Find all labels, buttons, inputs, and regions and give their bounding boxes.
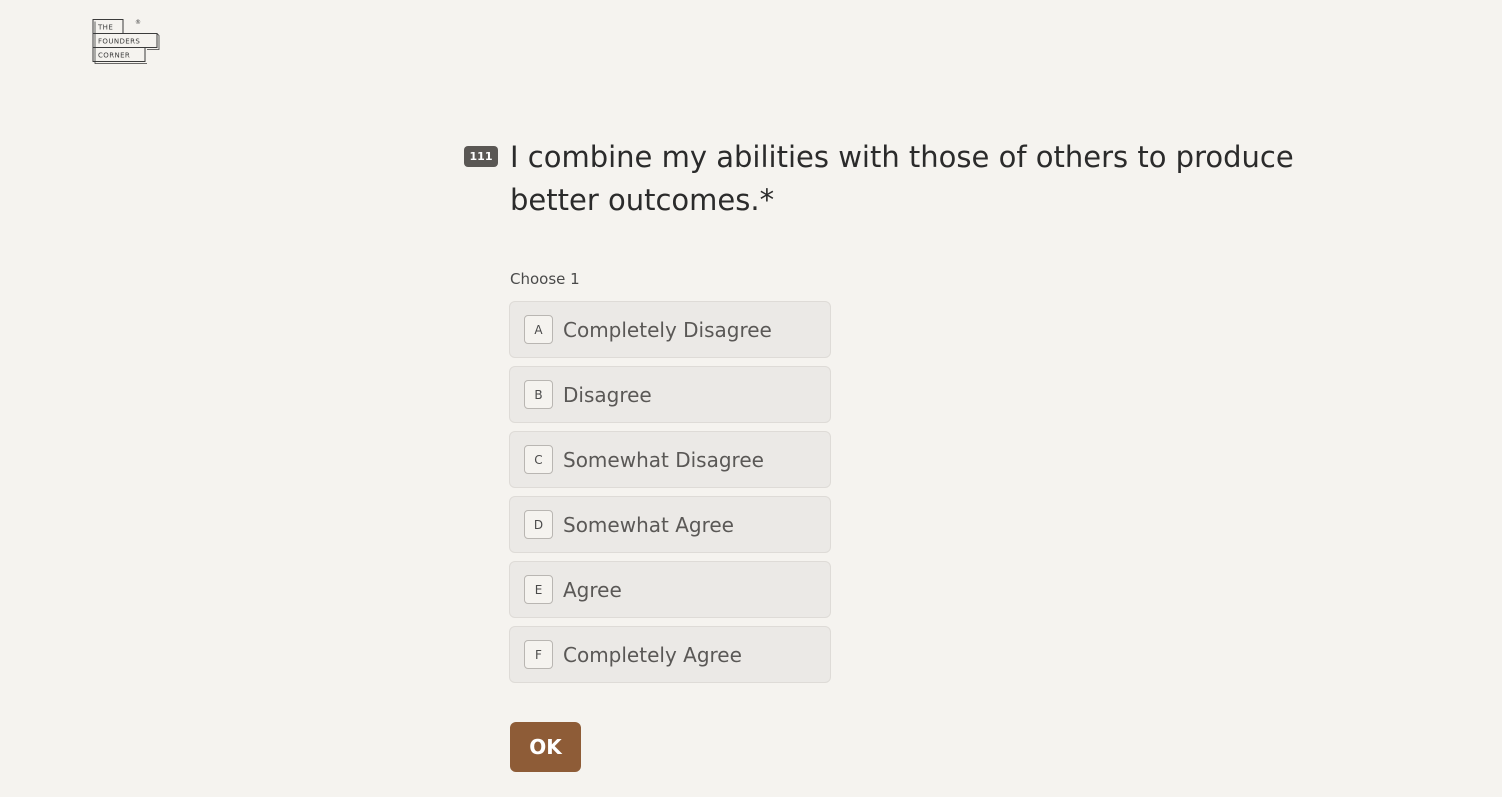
option-disagree[interactable]: B Disagree (509, 366, 831, 423)
logo-registered-mark: ® (135, 19, 141, 26)
logo-line-3: CORNER (98, 52, 130, 60)
logo-line-2: FOUNDERS (98, 38, 140, 46)
option-key: D (524, 510, 553, 539)
option-label: Somewhat Agree (563, 512, 734, 537)
option-completely-disagree[interactable]: A Completely Disagree (509, 301, 831, 358)
question-text: I combine my abilities with those of oth… (510, 140, 1294, 217)
option-label: Agree (563, 577, 622, 602)
logo-line-1: THE (97, 24, 113, 32)
choose-hint: Choose 1 (510, 270, 580, 288)
answer-options: A Completely Disagree B Disagree C Somew… (509, 301, 831, 691)
option-key: E (524, 575, 553, 604)
option-key: C (524, 445, 553, 474)
option-label: Completely Agree (563, 642, 742, 667)
option-completely-agree[interactable]: F Completely Agree (509, 626, 831, 683)
option-key: B (524, 380, 553, 409)
option-label: Completely Disagree (563, 317, 772, 342)
option-label: Disagree (563, 382, 652, 407)
logo-icon: THE FOUNDERS CORNER ® (92, 19, 160, 64)
option-label: Somewhat Disagree (563, 447, 764, 472)
option-somewhat-agree[interactable]: D Somewhat Agree (509, 496, 831, 553)
question-number-badge: 111 (464, 146, 498, 167)
founders-corner-logo[interactable]: THE FOUNDERS CORNER ® (92, 18, 162, 72)
option-key: A (524, 315, 553, 344)
option-agree[interactable]: E Agree (509, 561, 831, 618)
ok-button[interactable]: OK (510, 722, 581, 772)
option-key: F (524, 640, 553, 669)
option-somewhat-disagree[interactable]: C Somewhat Disagree (509, 431, 831, 488)
